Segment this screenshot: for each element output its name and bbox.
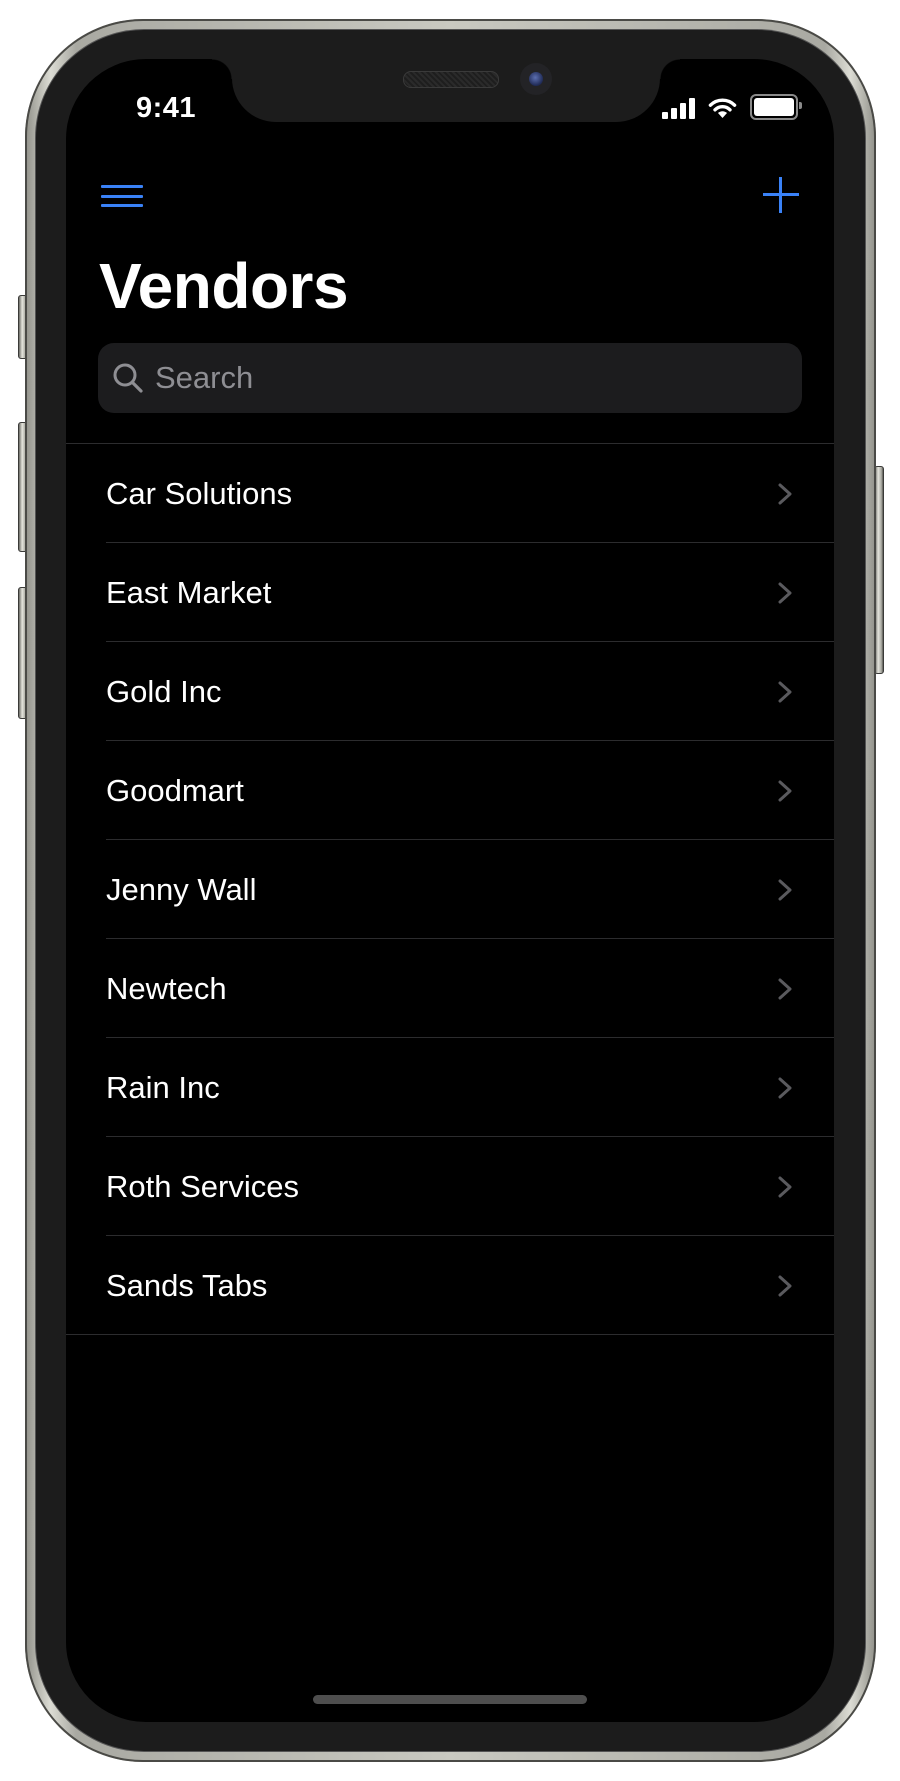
chevron-right-icon (778, 1275, 792, 1297)
search-icon (113, 363, 143, 393)
vendor-row[interactable]: Roth Services (66, 1137, 834, 1236)
vendor-name: Gold Inc (106, 673, 222, 709)
vendor-row[interactable]: East Market (66, 543, 834, 642)
chevron-right-icon (778, 681, 792, 703)
front-camera (520, 63, 552, 95)
menu-button[interactable] (101, 178, 143, 208)
vendor-name: East Market (106, 574, 272, 610)
vendor-row[interactable]: Car Solutions (66, 444, 834, 543)
chevron-right-icon (778, 483, 792, 505)
wifi-icon (708, 98, 737, 118)
notch (212, 59, 680, 122)
add-vendor-button[interactable] (763, 177, 799, 213)
page-title: Vendors (99, 250, 349, 322)
vendor-name: Jenny Wall (106, 871, 257, 907)
earpiece-speaker (403, 71, 499, 88)
chevron-right-icon (778, 1077, 792, 1099)
vendor-row[interactable]: Rain Inc (66, 1038, 834, 1137)
home-indicator[interactable] (313, 1695, 587, 1704)
battery-icon (750, 94, 802, 120)
vendor-name: Roth Services (106, 1168, 299, 1204)
screen: 9:41 Vendors Car Solutions (66, 59, 834, 1722)
vendor-row[interactable]: Newtech (66, 939, 834, 1038)
chevron-right-icon (778, 582, 792, 604)
vendor-row[interactable]: Goodmart (66, 741, 834, 840)
chevron-right-icon (778, 978, 792, 1000)
search-input[interactable] (155, 360, 802, 396)
status-time: 9:41 (136, 92, 197, 124)
chevron-right-icon (778, 1176, 792, 1198)
vendor-list: Car Solutions East Market Gold Inc Goodm… (66, 443, 834, 1335)
vendor-name: Car Solutions (106, 475, 293, 511)
vendor-row[interactable]: Sands Tabs (66, 1236, 834, 1335)
cellular-signal-icon (662, 97, 695, 119)
vendor-name: Sands Tabs (106, 1267, 268, 1303)
hamburger-menu-icon-line (101, 204, 143, 207)
chevron-right-icon (778, 780, 792, 802)
vendor-name: Goodmart (106, 772, 244, 808)
vendor-row[interactable]: Jenny Wall (66, 840, 834, 939)
hamburger-menu-icon-line (101, 195, 143, 198)
chevron-right-icon (778, 879, 792, 901)
status-icons (662, 94, 802, 120)
search-bar[interactable] (98, 343, 802, 413)
vendor-row[interactable]: Gold Inc (66, 642, 834, 741)
hamburger-menu-icon (101, 185, 143, 188)
vendor-name: Rain Inc (106, 1069, 220, 1105)
vendor-name: Newtech (106, 970, 227, 1006)
